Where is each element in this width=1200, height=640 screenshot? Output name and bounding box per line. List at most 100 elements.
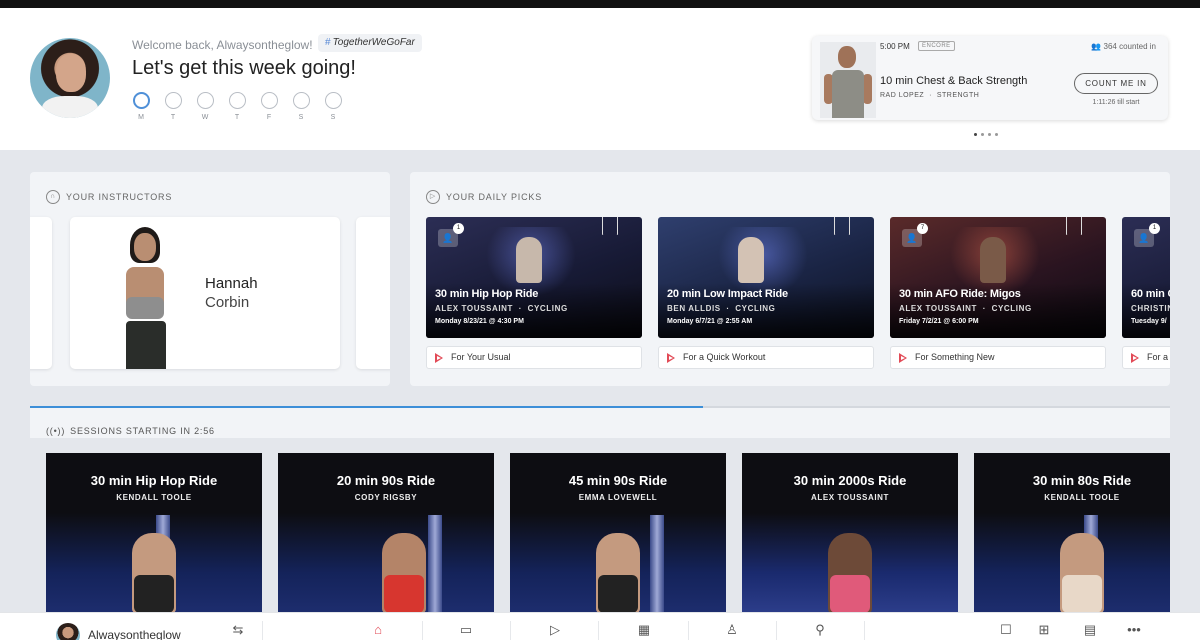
pick-reason-label: For a Quick Workout (683, 352, 766, 362)
instructor-outfit (598, 575, 638, 613)
user-avatar-small[interactable] (56, 623, 80, 640)
trophy-icon[interactable]: ♙ (724, 623, 740, 637)
instructor-first-name: Hannah (205, 275, 258, 292)
instructor-outfit (1062, 575, 1102, 613)
day-circle (260, 92, 278, 109)
session-title: 45 min 90s Ride (568, 473, 668, 488)
page-dot[interactable] (981, 133, 984, 136)
more-icon[interactable]: ••• (1126, 623, 1142, 637)
session-card[interactable]: 30 min 2000s Ride ALEX TOUSSAINT (742, 453, 958, 613)
person-icon: 👤 (906, 233, 918, 243)
day-label: S (298, 114, 304, 121)
instructor-card-previous[interactable] (30, 217, 52, 369)
session-card[interactable]: 30 min Hip Hop Ride KENDALL TOOLE (46, 453, 262, 613)
nav-divider (598, 621, 599, 640)
pick-reason[interactable]: For Something New (890, 346, 1106, 369)
class-title: 30 min AFO Ride: Migos (899, 288, 1021, 300)
hashtag-label: TogetherWeGoFar (332, 37, 415, 48)
switch-icon[interactable]: ⇆ (230, 623, 246, 637)
instructor-outfit (134, 575, 174, 613)
encore-instructor: RAD LOPEZ (880, 92, 925, 99)
add-class-icon[interactable]: ⊞ (1036, 623, 1052, 637)
page-dot[interactable] (974, 133, 977, 136)
daily-pick-card[interactable]: 20 min Low Impact Ride BEN ALLDIS · CYCL… (658, 217, 874, 369)
instructors-panel-title: ∩ YOUR INSTRUCTORS (46, 190, 172, 204)
page-dot[interactable] (988, 133, 991, 136)
day-circle (196, 92, 214, 109)
grid-icon[interactable]: ▤ (1082, 623, 1098, 637)
count-me-in-button[interactable]: COUNT ME IN (1074, 73, 1158, 94)
bookmark-icon[interactable] (1066, 217, 1094, 235)
instructor-card[interactable]: Hannah Corbin (70, 217, 340, 369)
play-icon (667, 353, 675, 363)
nav-divider (776, 621, 777, 640)
nav-divider (688, 621, 689, 640)
sessions-title-label: SESSIONS STARTING IN 2:56 (70, 426, 215, 436)
instructor-figure (980, 237, 1006, 283)
class-instructor: CHRISTIN (1131, 304, 1170, 313)
friends-taken-badge: 👤 1 (1134, 223, 1160, 247)
play-icon[interactable]: ▷ (547, 623, 563, 637)
sessions-header: ((•)) SESSIONS STARTING IN 2:56 (30, 408, 1170, 438)
pick-reason-label: For Something New (915, 352, 995, 362)
photo-top (126, 297, 164, 319)
people-icon: 👥 (1091, 42, 1102, 51)
stack-icon[interactable]: ▭ (458, 623, 474, 637)
encore-class-title: 10 min Chest & Back Strength (880, 75, 1028, 87)
encore-class-card[interactable]: 5:00 PM ENCORE 👥 364 counted in 10 min C… (812, 36, 1168, 120)
class-category: CYCLING (735, 304, 776, 313)
user-avatar[interactable] (30, 38, 110, 118)
profile-icon[interactable]: ☐ (998, 623, 1014, 637)
weekly-streak: M T W T F S S (132, 92, 342, 121)
daily-pick-card[interactable]: 👤 7 30 min AFO Ride: Migos ALEX TOUSSAINT… (890, 217, 1106, 369)
session-title: 20 min 90s Ride (336, 473, 436, 488)
bookmark-icon[interactable] (834, 217, 862, 235)
day-circle (324, 92, 342, 109)
sessions-title: ((•)) SESSIONS STARTING IN 2:56 (46, 426, 215, 436)
session-card[interactable]: 45 min 90s Ride EMMA LOVEWELL (510, 453, 726, 613)
session-title: 30 min 2000s Ride (793, 473, 907, 488)
hashtag-badge[interactable]: # TogetherWeGoFar (318, 34, 422, 52)
username[interactable]: Alwaysontheglow (88, 628, 181, 640)
instructor-card-next[interactable] (356, 217, 390, 369)
play-circle-icon: ▷ (426, 190, 440, 204)
avatar-face (56, 54, 86, 92)
daily-pick-card[interactable]: 👤 1 30 min Hip Hop Ride ALEX TOUSSAINT · … (426, 217, 642, 369)
class-instructor: ALEX TOUSSAINT (899, 304, 978, 313)
calendar-icon[interactable]: ▦ (636, 623, 652, 637)
hashtag-symbol: # (325, 37, 331, 48)
home-header: Welcome back, Alwaysontheglow! # Together… (0, 8, 1200, 150)
pick-reason[interactable]: For Your Usual (426, 346, 642, 369)
bookmark-icon[interactable] (602, 217, 630, 235)
session-card[interactable]: 30 min 80s Ride KENDALL TOOLE (974, 453, 1170, 613)
friends-count: 1 (453, 223, 464, 234)
pick-reason[interactable]: For a (1122, 346, 1170, 369)
daily-pick-card-partial[interactable]: 👤1 60 min C CHRISTIN Tuesday 9/ For a (1122, 217, 1170, 369)
nav-divider (262, 621, 263, 640)
class-date: Friday 7/2/21 @ 6:00 PM (899, 318, 979, 325)
class-thumbnail: 👤 1 30 min Hip Hop Ride ALEX TOUSSAINT · … (426, 217, 642, 338)
session-card[interactable]: 20 min 90s Ride CODY RIGSBY (278, 453, 494, 613)
bottom-navigation: Alwaysontheglow ⇆ ⌂ ▭ ▷ ▦ ♙ ⚲ ☐ ⊞ ▤ ••• (0, 612, 1200, 640)
class-thumbnail: 👤1 60 min C CHRISTIN Tuesday 9/ (1122, 217, 1170, 338)
pick-reason-label: For a (1147, 352, 1169, 362)
runner-icon[interactable]: ⚲ (812, 623, 828, 637)
instructor-outfit (830, 575, 870, 613)
welcome-text: Welcome back, Alwaysontheglow! (132, 38, 313, 52)
bookmark-shape (1066, 217, 1082, 235)
session-light-pillar (428, 515, 442, 613)
till-start-countdown: 1:11:26 till start (1092, 99, 1140, 106)
class-meta: BEN ALLDIS · CYCLING (667, 304, 776, 313)
counted-in-label: 364 counted in (1103, 42, 1157, 51)
encore-instructor-thumbnail (820, 42, 876, 118)
instructor-photo (118, 227, 178, 369)
home-icon[interactable]: ⌂ (370, 623, 386, 637)
page-dot[interactable] (995, 133, 998, 136)
carousel-pagination[interactable] (974, 133, 998, 136)
class-category: CYCLING (991, 304, 1032, 313)
counted-in-count: 👥 364 counted in (1091, 42, 1156, 51)
pick-reason[interactable]: For a Quick Workout (658, 346, 874, 369)
day-saturday: S (292, 92, 310, 121)
class-title: 20 min Low Impact Ride (667, 288, 788, 300)
session-instructor: CODY RIGSBY (354, 493, 418, 502)
